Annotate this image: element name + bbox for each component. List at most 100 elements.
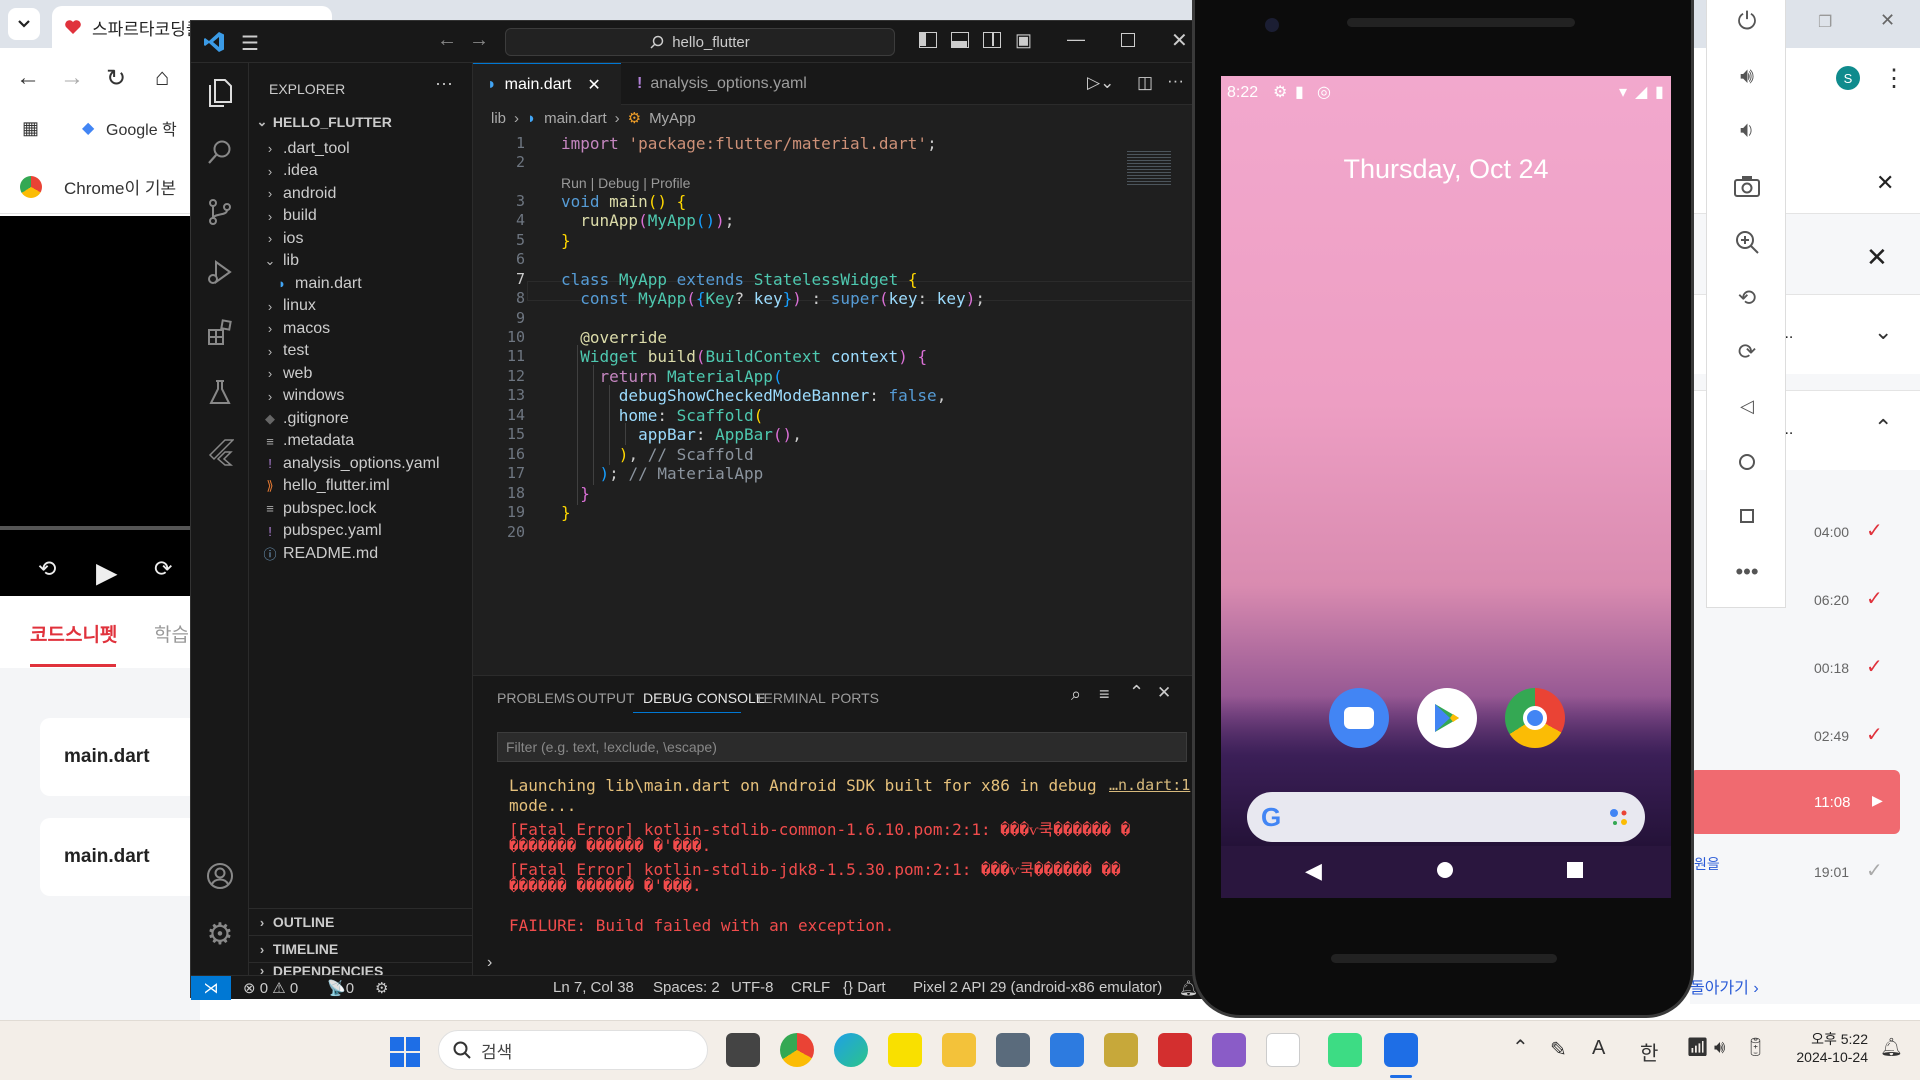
forward-10-icon[interactable]: ⟳ xyxy=(154,556,172,582)
panel-tab[interactable]: PROBLEMS xyxy=(497,690,575,706)
camera-icon[interactable] xyxy=(1731,170,1763,202)
back-link[interactable]: 돌아가기 › xyxy=(1690,974,1759,998)
toggle-sidebar-icon[interactable] xyxy=(919,32,937,48)
file-explorer-icon[interactable] xyxy=(942,1033,976,1067)
google-search-bar[interactable]: G xyxy=(1247,792,1645,842)
back-arrow-icon[interactable]: ← xyxy=(14,64,42,92)
clear-console-icon[interactable]: ≡ xyxy=(1099,684,1110,705)
maximize-icon[interactable] xyxy=(1121,33,1135,47)
settings-gear-icon[interactable]: ⚙ xyxy=(201,915,239,953)
close-icon[interactable]: ✕ xyxy=(1880,10,1895,31)
close-icon[interactable]: ✕ xyxy=(587,75,600,95)
calculator-icon[interactable] xyxy=(996,1033,1030,1067)
video-progress-bar[interactable] xyxy=(0,526,200,530)
toggle-secondary-sidebar-icon[interactable] xyxy=(983,32,1001,48)
command-center[interactable]: hello_flutter xyxy=(505,28,895,56)
kakaotalk-icon[interactable] xyxy=(888,1033,922,1067)
battery-icon[interactable]: 🔋︎ xyxy=(1744,1037,1767,1058)
line-ending[interactable]: CRLF xyxy=(791,979,830,996)
chrome-taskbar-icon[interactable] xyxy=(780,1033,814,1067)
notepad-icon[interactable] xyxy=(1050,1033,1084,1067)
panel-tab[interactable]: OUTPUT xyxy=(577,690,635,706)
language-mode[interactable]: {} Dart xyxy=(843,979,886,996)
notification-icon[interactable]: 🔔︎ xyxy=(1880,1037,1903,1058)
playlist-item[interactable]: 02:49 ✓ xyxy=(1690,702,1920,770)
home-circle-icon[interactable] xyxy=(1437,862,1453,878)
back-triangle-icon[interactable]: ◁ xyxy=(1731,390,1763,422)
android-studio-icon[interactable] xyxy=(1328,1033,1362,1067)
layout-icon[interactable]: ▣ xyxy=(1015,30,1032,51)
search-icon[interactable] xyxy=(201,133,239,171)
snippet-card[interactable]: main.dart xyxy=(40,718,200,796)
close-icon[interactable]: ✕ xyxy=(1876,170,1894,196)
tab-analysis-options[interactable]: ! analysis_options.yaml xyxy=(623,63,821,105)
restore-icon[interactable]: ❐ xyxy=(1818,12,1832,32)
play-store-icon[interactable] xyxy=(1417,688,1477,748)
wifi-icon[interactable]: 📶︎ xyxy=(1686,1037,1709,1058)
tab-code-snippet[interactable]: 코드스니펫 xyxy=(30,620,117,647)
tab-search-button[interactable] xyxy=(8,8,40,40)
reload-icon[interactable]: ↻ xyxy=(102,64,130,92)
tree-file[interactable]: ⓘ README.md xyxy=(263,540,378,567)
minimize-icon[interactable]: — xyxy=(1067,29,1085,50)
playlist-item[interactable]: 19:01 ✓ xyxy=(1690,838,1920,906)
profile-avatar[interactable]: S xyxy=(1836,66,1860,90)
windows-start-icon[interactable] xyxy=(390,1037,420,1067)
ime-a[interactable]: A xyxy=(1592,1037,1605,1060)
account-icon[interactable] xyxy=(201,857,239,895)
panel-tab[interactable]: DEBUG CONSOLE xyxy=(643,690,765,706)
snippet-card[interactable]: main.dart xyxy=(40,818,200,896)
overview-square-icon[interactable] xyxy=(1731,500,1763,532)
dependencies-section[interactable]: › DEPENDENCIES xyxy=(249,962,473,976)
rewind-10-icon[interactable]: ⟲ xyxy=(38,556,56,582)
edge-taskbar-icon[interactable] xyxy=(834,1033,868,1067)
power-icon[interactable]: ⏻ xyxy=(1731,6,1763,38)
tab-study[interactable]: 학습 xyxy=(154,620,189,647)
apps-grid-icon[interactable]: ▦ xyxy=(22,118,39,139)
more-actions-icon[interactable]: ··· xyxy=(1167,71,1184,91)
document-icon[interactable] xyxy=(1266,1033,1300,1067)
bookmark-google[interactable]: Google 학 xyxy=(106,116,177,140)
phone-screen[interactable]: 8:22 ⚙ ▮ ◎ ▾ ◢ ▮ Thursday, Oct 24 G ◀ xyxy=(1221,76,1671,898)
volume-icon[interactable]: 🔊︎ xyxy=(1714,1037,1725,1058)
project-root[interactable]: ⌄ HELLO_FLUTTER xyxy=(255,108,392,135)
rotate-left-icon[interactable]: ⟲ xyxy=(1731,282,1763,314)
explorer-icon[interactable] xyxy=(201,73,239,111)
menu-icon[interactable]: ☰ xyxy=(241,31,259,56)
volume-up-icon[interactable]: 🔊︎ xyxy=(1731,60,1763,92)
encoding[interactable]: UTF-8 xyxy=(731,979,774,996)
taskbar-search[interactable]: 검색 xyxy=(438,1030,708,1070)
console-filter-input[interactable]: Filter (e.g. text, !exclude, \escape) xyxy=(497,732,1187,762)
acrobat-icon[interactable] xyxy=(1158,1033,1192,1067)
more-actions-icon[interactable]: ··· xyxy=(435,73,453,94)
close-icon[interactable]: ✕ xyxy=(1157,683,1171,703)
breadcrumb-item[interactable]: MyApp xyxy=(649,110,696,127)
clock[interactable]: 오후 5:22 2024-10-24 xyxy=(1788,1029,1868,1065)
visual-studio-icon[interactable] xyxy=(1212,1033,1246,1067)
home-circle-icon[interactable] xyxy=(1731,446,1763,478)
toggle-panel-icon[interactable] xyxy=(951,32,969,48)
chrome-app-icon[interactable] xyxy=(1505,688,1565,748)
rotate-right-icon[interactable]: ⟳ xyxy=(1731,336,1763,368)
timeline-section[interactable]: › TIMELINE xyxy=(249,935,473,962)
task-view-icon[interactable] xyxy=(726,1033,760,1067)
panel-tab[interactable]: PORTS xyxy=(831,690,879,706)
breadcrumb-item[interactable]: lib xyxy=(491,110,506,127)
play-icon[interactable]: ▶ xyxy=(96,556,118,589)
problems-status[interactable]: ⊗ 0 ⚠ 0 xyxy=(243,979,298,997)
chevron-up-icon[interactable]: ⌃ xyxy=(1129,682,1144,703)
ports-status[interactable]: 📡0 xyxy=(327,979,354,997)
run-debug-dropdown-icon[interactable]: ▷⌄ xyxy=(1087,73,1114,93)
minimap[interactable] xyxy=(1127,151,1171,185)
debug-status-icon[interactable]: ⚙ xyxy=(375,979,388,997)
playlist-item[interactable]: 00:18 ✓ xyxy=(1690,634,1920,702)
more-vert-icon[interactable]: ⋮ xyxy=(1880,64,1908,92)
tab-main-dart[interactable]: ◗ main.dart ✕ xyxy=(473,63,621,105)
search-icon[interactable]: ⌕ xyxy=(1071,684,1081,705)
remote-icon[interactable]: ⋊ xyxy=(191,976,231,1000)
back-triangle-icon[interactable]: ◀ xyxy=(1305,858,1322,884)
flutter-icon[interactable] xyxy=(201,433,239,471)
pen-icon[interactable]: ✎ xyxy=(1550,1037,1567,1062)
playlist-item-active[interactable]: 11:08 ▶ xyxy=(1690,770,1900,834)
cursor-position[interactable]: Ln 7, Col 38 xyxy=(553,979,634,996)
